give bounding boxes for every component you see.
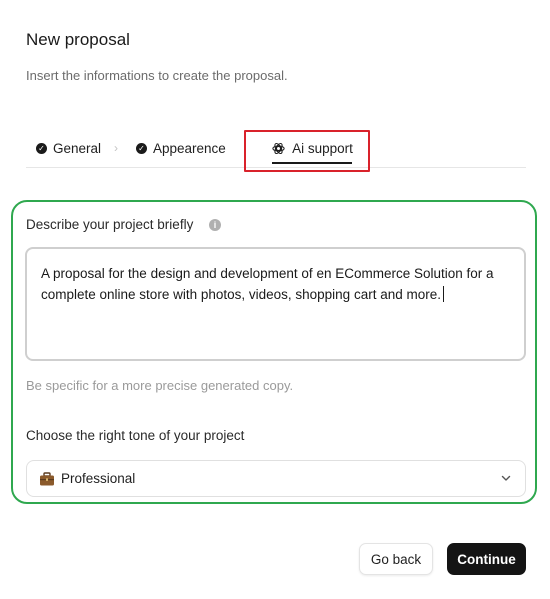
continue-button[interactable]: Continue xyxy=(447,543,526,575)
chevron-down-icon xyxy=(501,475,511,481)
active-tab-indicator xyxy=(272,162,352,164)
check-icon: ✓ xyxy=(36,142,47,154)
chevron-right-icon: › xyxy=(114,141,118,155)
tab-general[interactable]: ✓ General xyxy=(36,128,101,168)
description-hint: Be specific for a more precise generated… xyxy=(26,378,294,393)
tab-label: Ai support xyxy=(292,140,353,156)
tab-appearence[interactable]: ✓ Appearence xyxy=(136,128,226,168)
tone-label: Choose the right tone of your project xyxy=(26,428,245,443)
openai-icon xyxy=(272,142,285,154)
text-cursor xyxy=(442,286,444,302)
description-text: A proposal for the design and developmen… xyxy=(41,266,494,302)
tab-label: Appearence xyxy=(153,140,226,156)
tone-select[interactable]: Professional xyxy=(26,460,526,497)
check-icon: ✓ xyxy=(136,142,147,154)
tab-label: General xyxy=(53,140,102,156)
page-title: New proposal xyxy=(26,30,130,49)
page-subtitle: Insert the informations to create the pr… xyxy=(26,68,288,83)
go-back-button[interactable]: Go back xyxy=(359,543,433,575)
description-label: Describe your project briefly xyxy=(26,217,194,232)
info-icon[interactable]: i xyxy=(209,219,221,231)
project-description-textarea[interactable]: A proposal for the design and developmen… xyxy=(25,247,526,361)
briefcase-icon xyxy=(40,471,54,485)
tone-value: Professional xyxy=(61,471,136,486)
tab-ai-support[interactable]: Ai support xyxy=(262,128,362,168)
step-tabs: ✓ General › ✓ Appearence Ai support xyxy=(26,128,526,168)
